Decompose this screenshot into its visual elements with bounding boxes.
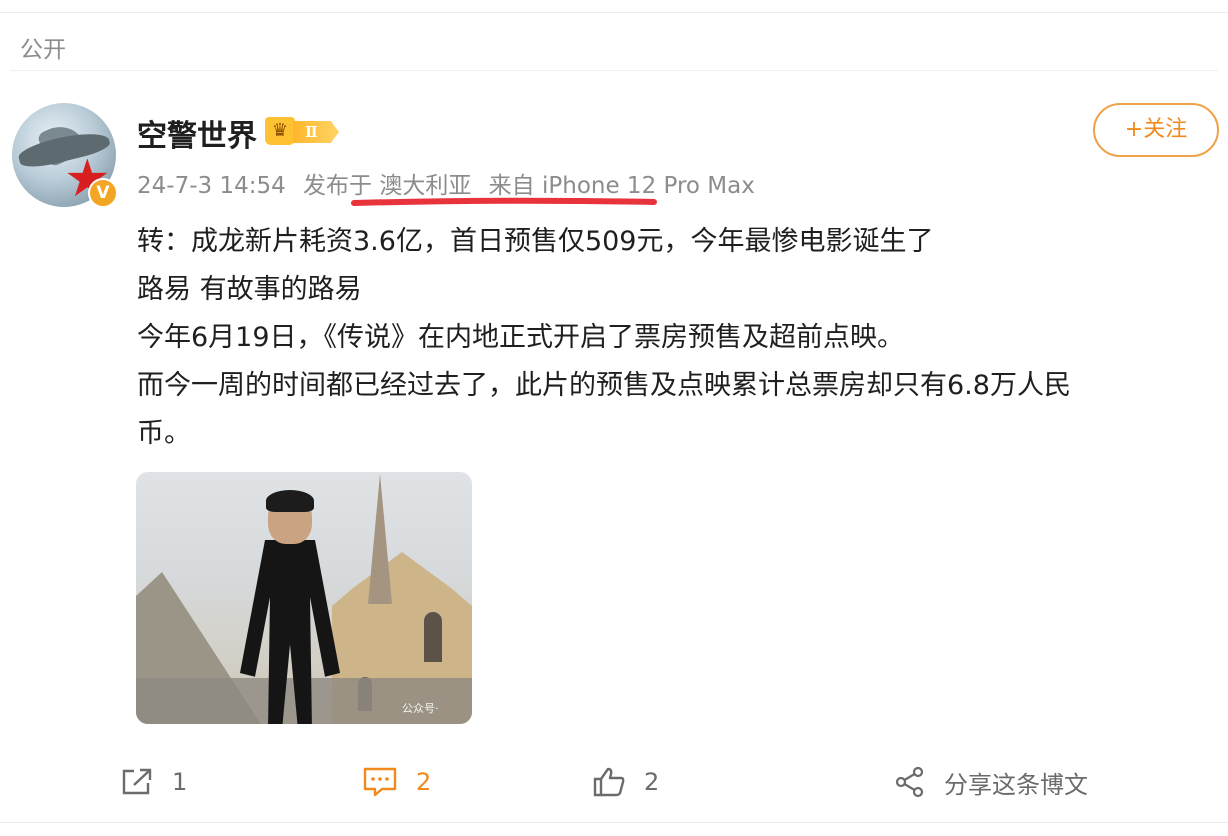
comment-count: 2: [416, 768, 432, 796]
post-datetime: 24-7-3 14:54: [137, 173, 286, 199]
share-icon: [895, 766, 924, 798]
crown-icon: ♛: [265, 117, 295, 145]
like-count: 2: [644, 768, 660, 796]
red-highlight-underline: [351, 197, 657, 206]
repost-button[interactable]: 1: [120, 752, 187, 812]
post-content: 转：成龙新片耗资3.6亿，首日预售仅509元，今年最惨电影诞生了 路易 有故事的…: [137, 218, 1197, 458]
content-line: 转：成龙新片耗资3.6亿，首日预售仅509元，今年最惨电影诞生了: [137, 226, 934, 257]
content-line: 而今一周的时间都已经过去了，此片的预售及点映累计总票房却只有6.8万人民: [137, 370, 1071, 401]
thumbs-up-icon: [593, 767, 625, 797]
image-watermark: 公众号·: [402, 702, 439, 715]
comment-icon: [363, 767, 397, 797]
image-person-hair: [266, 490, 314, 512]
visibility-label: 公开: [20, 37, 66, 63]
like-button[interactable]: 2: [592, 752, 659, 812]
post-image[interactable]: 公众号·: [136, 472, 472, 724]
content-line: 币。: [137, 418, 191, 449]
action-bar: 1 2 2 分享这条博文: [0, 752, 1228, 812]
content-line: 今年6月19日，《传说》在内地正式开启了票房预售及超前点映。: [137, 322, 905, 353]
bottom-divider: [0, 822, 1228, 823]
content-line: 路易 有故事的路易: [137, 274, 362, 305]
verified-badge: V: [88, 178, 118, 208]
level-badge[interactable]: ♛ Ⅱ: [265, 117, 341, 145]
comment-button[interactable]: 2: [362, 752, 431, 812]
follow-button[interactable]: +关注: [1093, 103, 1219, 157]
repost-count: 1: [172, 768, 188, 796]
top-divider: [0, 12, 1228, 13]
level-number: Ⅱ: [293, 121, 339, 143]
repost-icon: [122, 768, 152, 795]
header-divider: [10, 70, 1218, 71]
post-meta: 24-7-3 14:54 发布于 澳大利亚 来自 iPhone 12 Pro M…: [137, 166, 765, 200]
image-window: [424, 612, 442, 662]
image-spire: [368, 474, 392, 604]
share-label: 分享这条博文: [944, 770, 1088, 799]
share-button[interactable]: 分享这条博文: [894, 752, 1088, 812]
author-name[interactable]: 空警世界: [137, 111, 257, 155]
